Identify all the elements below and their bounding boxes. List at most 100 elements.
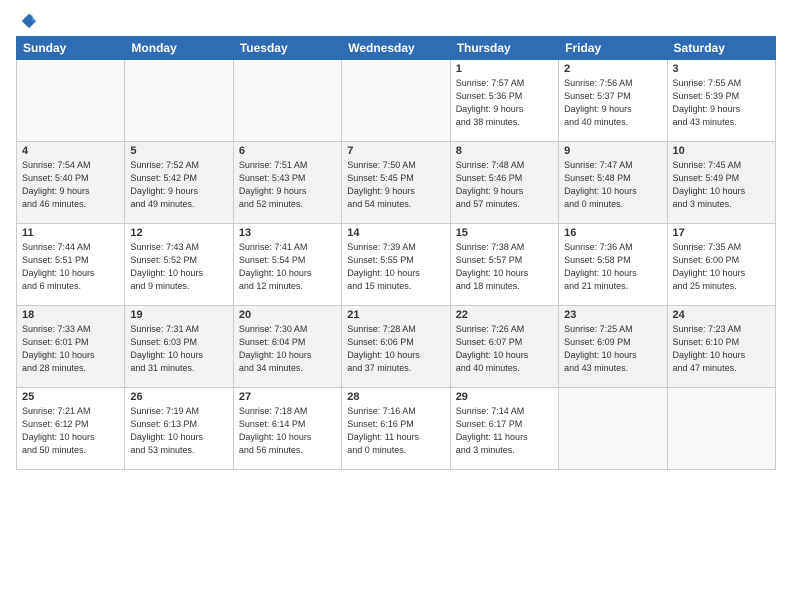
calendar-cell: 8 Sunrise: 7:48 AM Sunset: 5:46 PM Daylig…: [450, 142, 558, 224]
calendar-cell: 6 Sunrise: 7:51 AM Sunset: 5:43 PM Daylig…: [233, 142, 341, 224]
page: SundayMondayTuesdayWednesdayThursdayFrid…: [0, 0, 792, 612]
calendar-cell: 26Sunrise: 7:19 AM Sunset: 6:13 PM Dayli…: [125, 388, 233, 470]
day-info: Sunrise: 7:14 AM Sunset: 6:17 PM Dayligh…: [456, 405, 553, 457]
calendar-cell: 14 Sunrise: 7:39 AM Sunset: 5:55 PM Dayli…: [342, 224, 450, 306]
day-number: 5: [130, 145, 227, 157]
day-info: Sunrise: 7:33 AM Sunset: 6:01 PM Dayligh…: [22, 323, 119, 375]
col-header-wednesday: Wednesday: [342, 37, 450, 60]
day-info: Sunrise: 7:54 AM Sunset: 5:40 PM Dayligh…: [22, 159, 119, 211]
calendar-cell: 28 Sunrise: 7:16 AM Sunset: 6:16 PM Dayli…: [342, 388, 450, 470]
day-number: 16: [564, 227, 661, 239]
day-number: 24: [673, 309, 770, 321]
day-info: Sunrise: 7:44 AM Sunset: 5:51 PM Dayligh…: [22, 241, 119, 293]
calendar-cell: [233, 60, 341, 142]
calendar-cell: 15 Sunrise: 7:38 AM Sunset: 5:57 PM Dayli…: [450, 224, 558, 306]
day-number: 20: [239, 309, 336, 321]
day-number: 17: [673, 227, 770, 239]
day-info: Sunrise: 7:23 AM Sunset: 6:10 PM Dayligh…: [673, 323, 770, 375]
calendar-cell: 23 Sunrise: 7:25 AM Sunset: 6:09 PM Dayli…: [559, 306, 667, 388]
day-info: Sunrise: 7:48 AM Sunset: 5:46 PM Dayligh…: [456, 159, 553, 211]
day-number: 23: [564, 309, 661, 321]
day-info: Sunrise: 7:47 AM Sunset: 5:48 PM Dayligh…: [564, 159, 661, 211]
calendar-cell: 17Sunrise: 7:35 AM Sunset: 6:00 PM Dayli…: [667, 224, 775, 306]
calendar-cell: [667, 388, 775, 470]
day-number: 2: [564, 63, 661, 75]
day-number: 8: [456, 145, 553, 157]
day-info: Sunrise: 7:50 AM Sunset: 5:45 PM Dayligh…: [347, 159, 444, 211]
day-number: 25: [22, 391, 119, 403]
week-row-1: 1 Sunrise: 7:57 AM Sunset: 5:36 PM Daylig…: [17, 60, 776, 142]
day-info: Sunrise: 7:16 AM Sunset: 6:16 PM Dayligh…: [347, 405, 444, 457]
logo-icon: [20, 12, 38, 30]
calendar-cell: 24 Sunrise: 7:23 AM Sunset: 6:10 PM Dayli…: [667, 306, 775, 388]
day-info: Sunrise: 7:51 AM Sunset: 5:43 PM Dayligh…: [239, 159, 336, 211]
day-info: Sunrise: 7:25 AM Sunset: 6:09 PM Dayligh…: [564, 323, 661, 375]
day-info: Sunrise: 7:21 AM Sunset: 6:12 PM Dayligh…: [22, 405, 119, 457]
calendar-cell: 20 Sunrise: 7:30 AM Sunset: 6:04 PM Dayli…: [233, 306, 341, 388]
col-header-saturday: Saturday: [667, 37, 775, 60]
header-row: SundayMondayTuesdayWednesdayThursdayFrid…: [17, 37, 776, 60]
col-header-tuesday: Tuesday: [233, 37, 341, 60]
calendar-cell: 1 Sunrise: 7:57 AM Sunset: 5:36 PM Daylig…: [450, 60, 558, 142]
calendar-cell: 4 Sunrise: 7:54 AM Sunset: 5:40 PM Daylig…: [17, 142, 125, 224]
day-number: 9: [564, 145, 661, 157]
col-header-thursday: Thursday: [450, 37, 558, 60]
calendar-cell: 9 Sunrise: 7:47 AM Sunset: 5:48 PM Daylig…: [559, 142, 667, 224]
day-info: Sunrise: 7:56 AM Sunset: 5:37 PM Dayligh…: [564, 77, 661, 129]
calendar-cell: 10Sunrise: 7:45 AM Sunset: 5:49 PM Dayli…: [667, 142, 775, 224]
logo: [16, 12, 38, 30]
day-info: Sunrise: 7:28 AM Sunset: 6:06 PM Dayligh…: [347, 323, 444, 375]
day-info: Sunrise: 7:31 AM Sunset: 6:03 PM Dayligh…: [130, 323, 227, 375]
calendar-cell: 27 Sunrise: 7:18 AM Sunset: 6:14 PM Dayli…: [233, 388, 341, 470]
col-header-friday: Friday: [559, 37, 667, 60]
day-info: Sunrise: 7:18 AM Sunset: 6:14 PM Dayligh…: [239, 405, 336, 457]
calendar-cell: 7 Sunrise: 7:50 AM Sunset: 5:45 PM Daylig…: [342, 142, 450, 224]
day-info: Sunrise: 7:19 AM Sunset: 6:13 PM Dayligh…: [130, 405, 227, 457]
day-number: 18: [22, 309, 119, 321]
day-number: 29: [456, 391, 553, 403]
day-info: Sunrise: 7:52 AM Sunset: 5:42 PM Dayligh…: [130, 159, 227, 211]
day-number: 15: [456, 227, 553, 239]
day-info: Sunrise: 7:55 AM Sunset: 5:39 PM Dayligh…: [673, 77, 770, 129]
header: [16, 12, 776, 30]
calendar-cell: 22 Sunrise: 7:26 AM Sunset: 6:07 PM Dayli…: [450, 306, 558, 388]
calendar-cell: [125, 60, 233, 142]
week-row-3: 11Sunrise: 7:44 AM Sunset: 5:51 PM Dayli…: [17, 224, 776, 306]
calendar-cell: 21 Sunrise: 7:28 AM Sunset: 6:06 PM Dayli…: [342, 306, 450, 388]
day-number: 27: [239, 391, 336, 403]
day-number: 22: [456, 309, 553, 321]
week-row-5: 25 Sunrise: 7:21 AM Sunset: 6:12 PM Dayli…: [17, 388, 776, 470]
day-info: Sunrise: 7:36 AM Sunset: 5:58 PM Dayligh…: [564, 241, 661, 293]
day-info: Sunrise: 7:57 AM Sunset: 5:36 PM Dayligh…: [456, 77, 553, 129]
week-row-4: 18 Sunrise: 7:33 AM Sunset: 6:01 PM Dayli…: [17, 306, 776, 388]
day-number: 14: [347, 227, 444, 239]
calendar-cell: [17, 60, 125, 142]
calendar-cell: 16 Sunrise: 7:36 AM Sunset: 5:58 PM Dayli…: [559, 224, 667, 306]
calendar: SundayMondayTuesdayWednesdayThursdayFrid…: [16, 36, 776, 470]
calendar-cell: 13Sunrise: 7:41 AM Sunset: 5:54 PM Dayli…: [233, 224, 341, 306]
day-number: 3: [673, 63, 770, 75]
day-number: 7: [347, 145, 444, 157]
calendar-cell: [559, 388, 667, 470]
day-number: 28: [347, 391, 444, 403]
day-number: 12: [130, 227, 227, 239]
day-number: 6: [239, 145, 336, 157]
col-header-sunday: Sunday: [17, 37, 125, 60]
day-info: Sunrise: 7:38 AM Sunset: 5:57 PM Dayligh…: [456, 241, 553, 293]
calendar-cell: 18 Sunrise: 7:33 AM Sunset: 6:01 PM Dayli…: [17, 306, 125, 388]
day-info: Sunrise: 7:26 AM Sunset: 6:07 PM Dayligh…: [456, 323, 553, 375]
day-number: 21: [347, 309, 444, 321]
calendar-cell: 3 Sunrise: 7:55 AM Sunset: 5:39 PM Daylig…: [667, 60, 775, 142]
calendar-cell: 2 Sunrise: 7:56 AM Sunset: 5:37 PM Daylig…: [559, 60, 667, 142]
calendar-cell: 25 Sunrise: 7:21 AM Sunset: 6:12 PM Dayli…: [17, 388, 125, 470]
day-info: Sunrise: 7:41 AM Sunset: 5:54 PM Dayligh…: [239, 241, 336, 293]
day-info: Sunrise: 7:43 AM Sunset: 5:52 PM Dayligh…: [130, 241, 227, 293]
day-info: Sunrise: 7:45 AM Sunset: 5:49 PM Dayligh…: [673, 159, 770, 211]
day-info: Sunrise: 7:30 AM Sunset: 6:04 PM Dayligh…: [239, 323, 336, 375]
day-info: Sunrise: 7:39 AM Sunset: 5:55 PM Dayligh…: [347, 241, 444, 293]
day-number: 1: [456, 63, 553, 75]
day-number: 4: [22, 145, 119, 157]
calendar-cell: [342, 60, 450, 142]
calendar-cell: 29 Sunrise: 7:14 AM Sunset: 6:17 PM Dayli…: [450, 388, 558, 470]
calendar-cell: 19Sunrise: 7:31 AM Sunset: 6:03 PM Dayli…: [125, 306, 233, 388]
